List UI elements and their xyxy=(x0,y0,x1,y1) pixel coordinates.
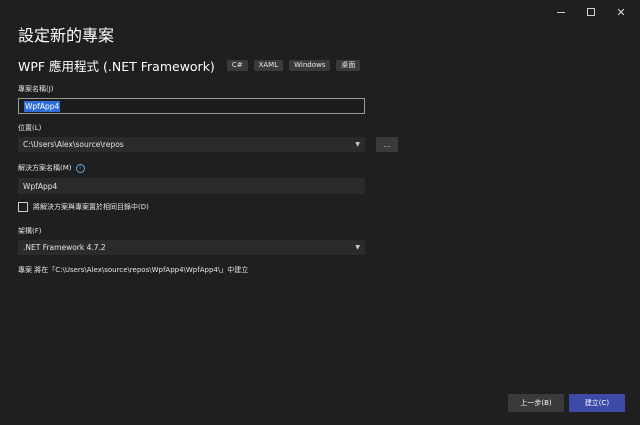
create-project-dialog: ✕ 設定新的專案 WPF 應用程式 (.NET Framework) C# XA… xyxy=(0,0,640,425)
solution-name-label-row: 解決方案名稱(M) i xyxy=(18,163,85,173)
framework-value: .NET Framework 4.7.2 xyxy=(23,243,106,252)
project-path-summary: 專案 將在「C:\Users\Alex\source\repos\WpfApp4… xyxy=(18,266,249,274)
minimize-icon xyxy=(557,11,565,13)
same-directory-option[interactable]: 將解決方案與專案置於相同目錄中(D) xyxy=(18,202,149,212)
tag-language: C# xyxy=(226,60,248,71)
back-button[interactable]: 上一步(B) xyxy=(508,394,564,412)
same-directory-label: 將解決方案與專案置於相同目錄中(D) xyxy=(33,203,149,211)
tag-xaml: XAML xyxy=(253,60,284,71)
maximize-icon xyxy=(587,8,595,16)
close-button[interactable]: ✕ xyxy=(606,4,636,20)
solution-name-input[interactable]: WpfApp4 xyxy=(18,178,365,194)
project-name-value: WpfApp4 xyxy=(24,100,61,112)
framework-dropdown[interactable]: .NET Framework 4.7.2 ▼ xyxy=(18,240,365,255)
location-value: C:\Users\Alex\source\repos xyxy=(23,140,124,149)
maximize-button[interactable] xyxy=(576,4,606,20)
info-icon[interactable]: i xyxy=(75,163,85,173)
tag-desktop: 桌面 xyxy=(336,60,361,71)
window-controls: ✕ xyxy=(546,4,636,20)
solution-name-value: WpfApp4 xyxy=(23,181,58,191)
template-header: WPF 應用程式 (.NET Framework) C# XAML Window… xyxy=(18,56,366,75)
browse-button[interactable]: ... xyxy=(376,137,398,152)
chevron-down-icon: ▼ xyxy=(355,244,360,251)
close-icon: ✕ xyxy=(616,5,626,19)
location-label: 位置(L) xyxy=(18,124,42,132)
location-dropdown[interactable]: C:\Users\Alex\source\repos ▼ xyxy=(18,137,365,152)
template-name: WPF 應用程式 (.NET Framework) xyxy=(18,59,215,74)
minimize-button[interactable] xyxy=(546,4,576,20)
project-name-label: 專案名稱(J) xyxy=(18,85,54,93)
project-name-input[interactable]: WpfApp4 xyxy=(18,98,365,114)
create-button[interactable]: 建立(C) xyxy=(569,394,625,412)
framework-label: 架構(F) xyxy=(18,227,42,235)
page-title: 設定新的專案 xyxy=(18,26,115,45)
same-directory-checkbox[interactable] xyxy=(18,202,28,212)
solution-name-label: 解決方案名稱(M) xyxy=(18,164,72,172)
tag-platform: Windows xyxy=(289,60,331,71)
chevron-down-icon: ▼ xyxy=(355,141,360,148)
